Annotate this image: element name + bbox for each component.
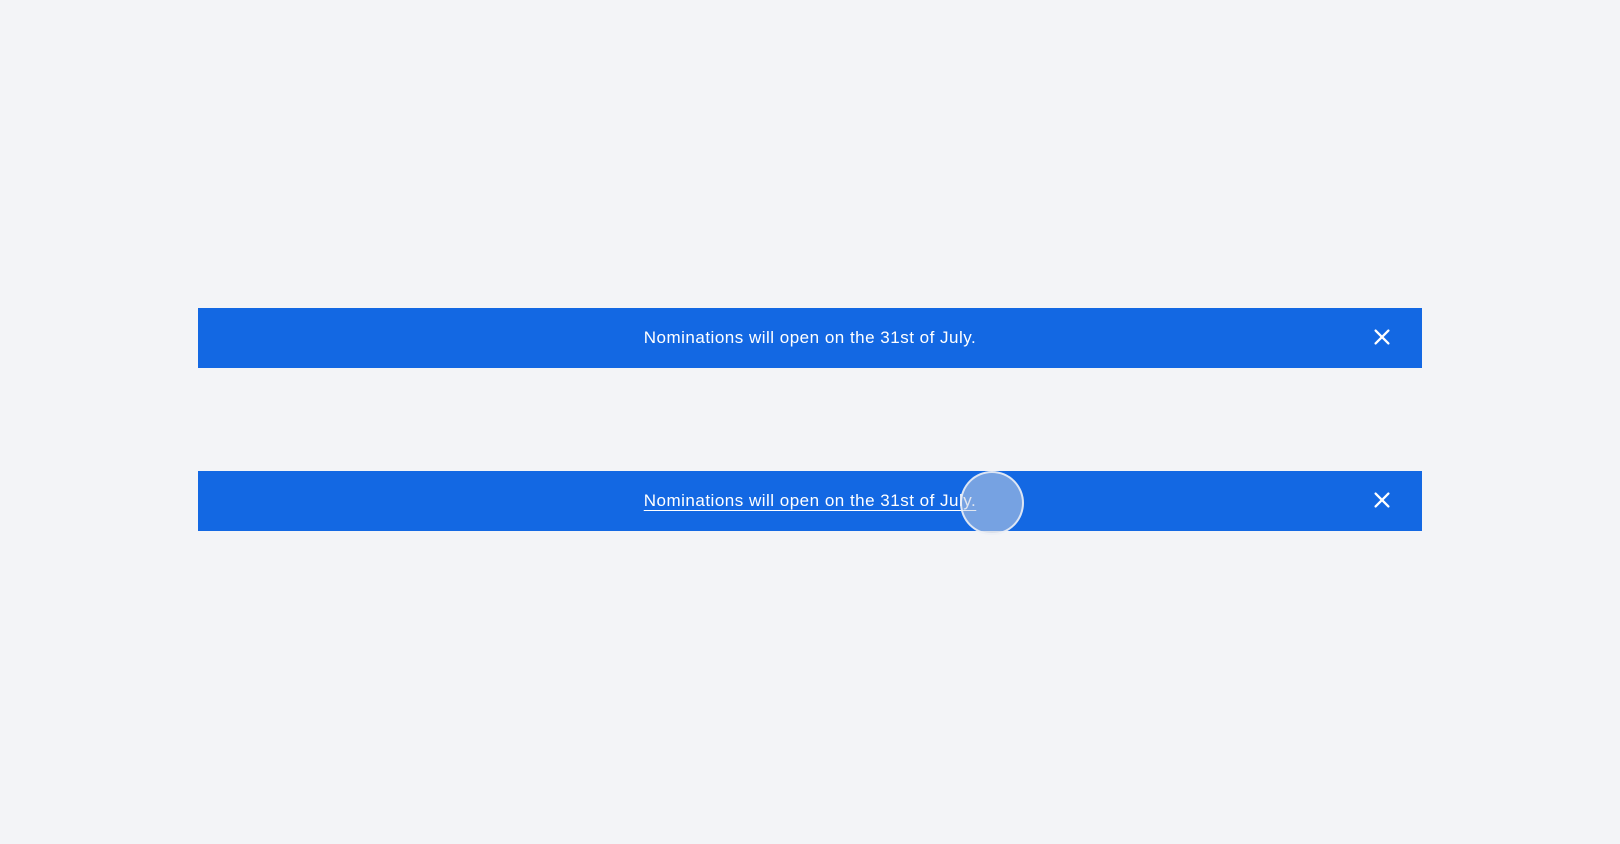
banner-message-link[interactable]: Nominations will open on the 31st of Jul… [644,491,977,511]
close-button[interactable] [1370,489,1394,513]
close-icon [1371,489,1393,514]
notification-banner: Nominations will open on the 31st of Jul… [198,308,1422,368]
close-button[interactable] [1370,326,1394,350]
notification-banner-hover: Nominations will open on the 31st of Jul… [198,471,1422,531]
banner-message: Nominations will open on the 31st of Jul… [644,328,977,348]
close-icon [1371,326,1393,351]
